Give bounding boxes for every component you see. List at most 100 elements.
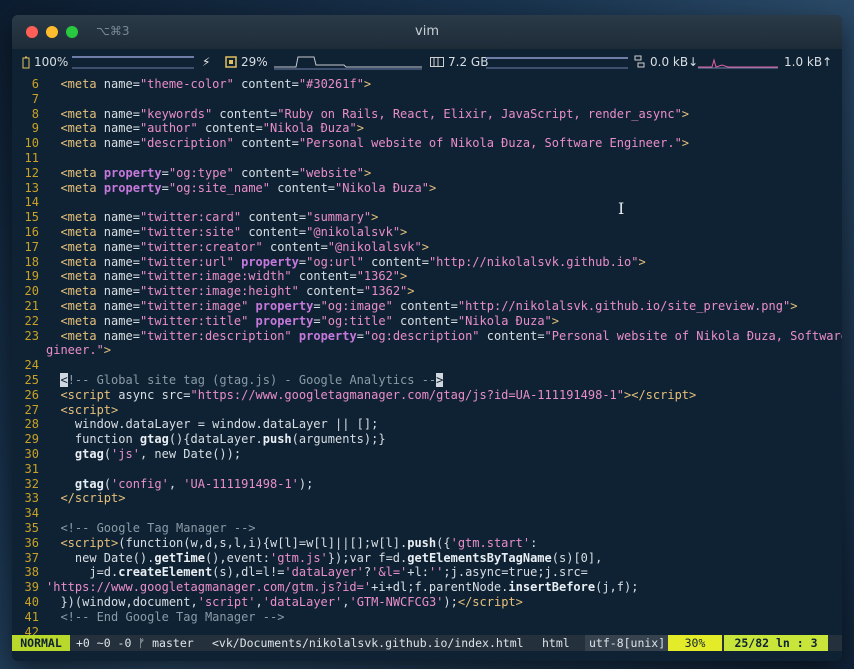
line-content: <meta name="twitter:card" content="summa… xyxy=(60,210,379,225)
line-number: 33 xyxy=(24,491,39,506)
line-content: gineer."> xyxy=(46,343,112,358)
code-line[interactable]: 18 <meta name="twitter:url" property="og… xyxy=(12,255,842,270)
line-number: 13 xyxy=(24,180,39,195)
line-number: 17 xyxy=(24,239,39,254)
line-content: </script> xyxy=(60,491,126,506)
code-line[interactable]: 9 <meta name="author" content="Nikola Đu… xyxy=(12,121,842,136)
battery-graph xyxy=(72,56,194,69)
line-number: 32 xyxy=(24,476,39,491)
line-number: 28 xyxy=(24,417,39,432)
line-content: })(window,document,'script','dataLayer',… xyxy=(46,595,523,609)
title-bar: ⌥⌘3 vim xyxy=(12,15,842,49)
line-number: 30 xyxy=(24,447,39,461)
line-content: <meta name="twitter:creator" content="@n… xyxy=(60,239,429,254)
line-content: j=d.createElement(s),dl=l!='dataLayer'?'… xyxy=(46,565,588,580)
network-upload: 1.0 kB↑ xyxy=(784,55,833,69)
code-line[interactable]: 12 <meta property="og:type" content="web… xyxy=(12,166,842,181)
code-line[interactable]: 40 })(window,document,'script','dataLaye… xyxy=(12,595,842,610)
code-line[interactable]: 41 <!-- End Google Tag Manager --> xyxy=(12,610,842,625)
line-number: 10 xyxy=(24,136,39,151)
code-line[interactable]: 27 <script> xyxy=(12,403,842,418)
code-line[interactable]: 17 <meta name="twitter:creator" content=… xyxy=(12,240,842,255)
battery-percent: 100% xyxy=(34,55,69,69)
code-line[interactable]: gineer."> xyxy=(12,343,842,358)
code-line[interactable]: 20 <meta name="twitter:image:height" con… xyxy=(12,284,842,299)
code-line[interactable]: 38 j=d.createElement(s),dl=l!='dataLayer… xyxy=(12,565,842,580)
line-number: 29 xyxy=(24,432,39,447)
line-content: window.dataLayer = window.dataLayer || [… xyxy=(46,417,379,432)
line-number: 27 xyxy=(24,402,39,417)
cpu-percent: 29% xyxy=(241,55,268,69)
code-line[interactable]: 29 function gtag(){dataLayer.push(argume… xyxy=(12,432,842,447)
code-line[interactable]: 26 <script async src="https://www.google… xyxy=(12,388,842,403)
code-line[interactable]: 8 <meta name="keywords" content="Ruby on… xyxy=(12,107,842,122)
code-line[interactable]: 31 xyxy=(12,462,842,477)
line-number: 14 xyxy=(24,195,39,210)
code-line[interactable]: 33 </script> xyxy=(12,491,842,506)
code-line[interactable]: 24 xyxy=(12,358,842,373)
code-line[interactable]: 16 <meta name="twitter:site" content="@n… xyxy=(12,225,842,240)
line-number: 19 xyxy=(24,269,39,284)
line-content: <!-- Global site tag (gtag.js) - Google … xyxy=(60,373,444,387)
line-content: <meta name="twitter:site" content="@niko… xyxy=(60,225,408,239)
code-line[interactable]: 23 <meta name="twitter:description" prop… xyxy=(12,329,842,344)
code-line[interactable]: 7 xyxy=(12,92,842,107)
code-line[interactable]: 36 <script>(function(w,d,s,l,i){w[l]=w[l… xyxy=(12,536,842,551)
line-content: <meta name="twitter:url" property="og:ur… xyxy=(60,254,646,269)
network-download: 0.0 kB↓ xyxy=(650,55,699,69)
line-content: <meta name="keywords" content="Ruby on R… xyxy=(60,106,690,121)
charging-icon: ⚡ xyxy=(202,55,211,69)
code-line[interactable]: 13 <meta property="og:site_name" content… xyxy=(12,181,842,196)
code-line[interactable]: 30 gtag('js', new Date()); xyxy=(12,447,842,462)
battery-icon xyxy=(22,56,30,69)
line-number: 31 xyxy=(24,461,39,476)
line-content: <!-- Google Tag Manager --> xyxy=(60,521,256,535)
line-content: <meta property="og:type" content="websit… xyxy=(60,165,372,180)
line-number: 21 xyxy=(24,299,39,313)
code-line[interactable]: 25 <!-- Global site tag (gtag.js) - Goog… xyxy=(12,373,842,388)
git-status: +0 ~0 -0 ᚠ master xyxy=(76,636,194,650)
code-line[interactable]: 32 gtag('config', 'UA-111191498-1'); xyxy=(12,477,842,492)
mouse-ibeam-cursor-icon: I xyxy=(618,199,625,218)
line-number: 35 xyxy=(24,521,39,535)
line-content: <script> xyxy=(60,402,119,417)
code-line[interactable]: 34 xyxy=(12,506,842,521)
line-content: function gtag(){dataLayer.push(arguments… xyxy=(46,432,386,447)
code-line[interactable]: 35 <!-- Google Tag Manager --> xyxy=(12,521,842,536)
line-number: 9 xyxy=(31,121,39,136)
line-content: <meta name="twitter:image:height" conten… xyxy=(60,284,415,299)
line-number: 23 xyxy=(24,328,39,343)
code-line[interactable]: 6 <meta name="theme-color" content="#302… xyxy=(12,77,842,92)
code-line[interactable]: 19 <meta name="twitter:image:width" cont… xyxy=(12,269,842,284)
line-content: <meta name="twitter:description" propert… xyxy=(60,328,842,343)
line-number: 34 xyxy=(24,506,39,521)
code-line[interactable]: 10 <meta name="description" content="Per… xyxy=(12,136,842,151)
line-number: 18 xyxy=(24,254,39,269)
code-line[interactable]: 39 'https://www.googletagmanager.com/gtm.… xyxy=(12,580,842,595)
cpu-icon xyxy=(225,56,237,68)
code-line[interactable]: 14 xyxy=(12,195,842,210)
line-content: <meta name="twitter:image" property="og:… xyxy=(60,299,798,313)
line-content: <script>(function(w,d,s,l,i){w[l]=w[l]||… xyxy=(60,535,538,550)
command-line[interactable] xyxy=(12,651,842,661)
line-number: 20 xyxy=(24,284,39,299)
line-content: <meta name="theme-color" content="#30261… xyxy=(60,77,372,91)
line-number: 36 xyxy=(24,535,39,550)
line-content: <meta name="description" content="Person… xyxy=(60,136,690,151)
terminal-window: ⌥⌘3 vim 100% ⚡ 29% 7.2 GB 0.0 kB↓ 1.0 kB… xyxy=(12,15,842,661)
code-line[interactable]: 37 new Date().getTime(),event:'gtm.js'})… xyxy=(12,551,842,566)
line-number: 12 xyxy=(24,165,39,180)
line-number: 24 xyxy=(24,358,39,373)
code-line[interactable]: 15 <meta name="twitter:card" content="su… xyxy=(12,210,842,225)
network-graph xyxy=(698,58,778,69)
network-icon xyxy=(634,55,645,68)
vim-editor-buffer[interactable]: 6 <meta name="theme-color" content="#302… xyxy=(12,75,842,639)
code-line[interactable]: 11 xyxy=(12,151,842,166)
code-line[interactable]: 28 window.dataLayer = window.dataLayer |… xyxy=(12,417,842,432)
line-number: 22 xyxy=(24,313,39,328)
line-number: 41 xyxy=(24,609,39,624)
code-line[interactable]: 21 <meta name="twitter:image" property="… xyxy=(12,299,842,314)
code-line[interactable]: 22 <meta name="twitter:title" property="… xyxy=(12,314,842,329)
line-content: <meta name="author" content="Nikola Đuza… xyxy=(60,121,364,136)
memory-icon xyxy=(430,57,444,67)
